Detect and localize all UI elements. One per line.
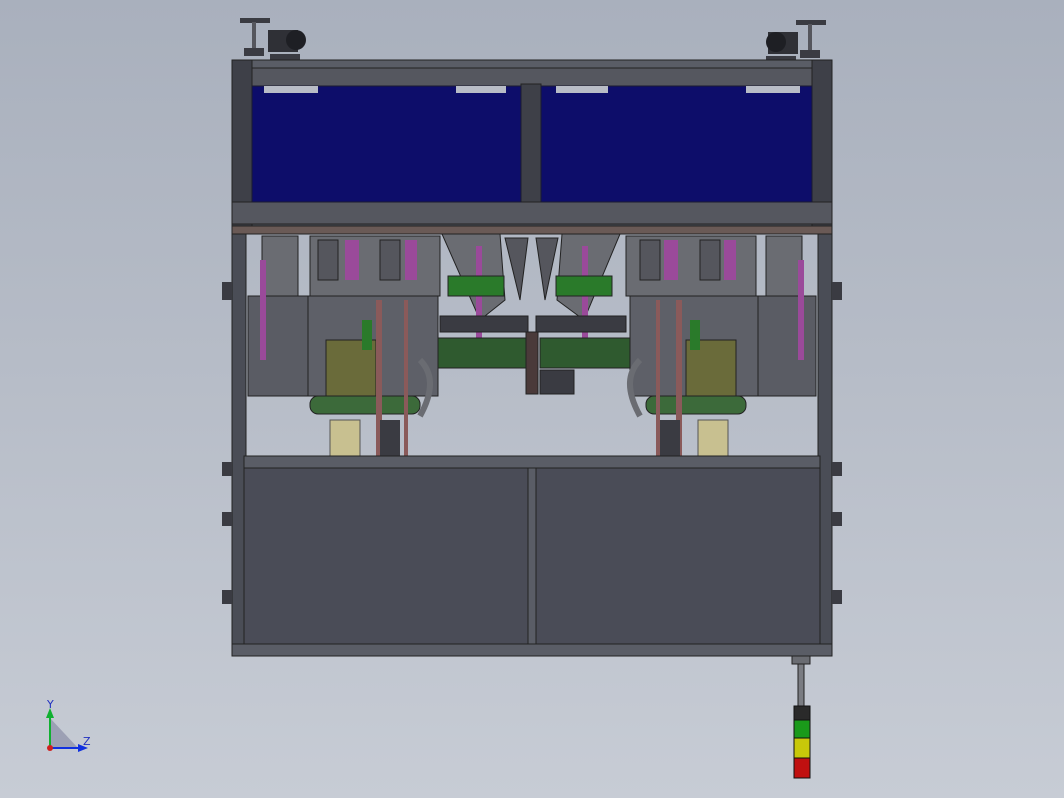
window-panel-left: [251, 85, 522, 203]
leveling-foot-left: [240, 18, 306, 62]
machine-assembly-drawing[interactable]: [0, 0, 1064, 798]
axis-triad: [46, 708, 88, 752]
mechanism-left: [247, 235, 441, 460]
cad-viewport[interactable]: Y Z: [0, 0, 1064, 798]
mounting-plate: [231, 225, 833, 235]
axis-y-label: Y: [47, 698, 54, 711]
window-panel-right: [540, 85, 813, 203]
axis-z-label: Z: [83, 735, 91, 748]
lower-cabinet: [231, 455, 833, 657]
leveling-foot-right: [766, 20, 826, 64]
signal-tower: [791, 655, 811, 779]
mechanism-right: [625, 235, 817, 460]
mechanism-center: [437, 233, 631, 395]
